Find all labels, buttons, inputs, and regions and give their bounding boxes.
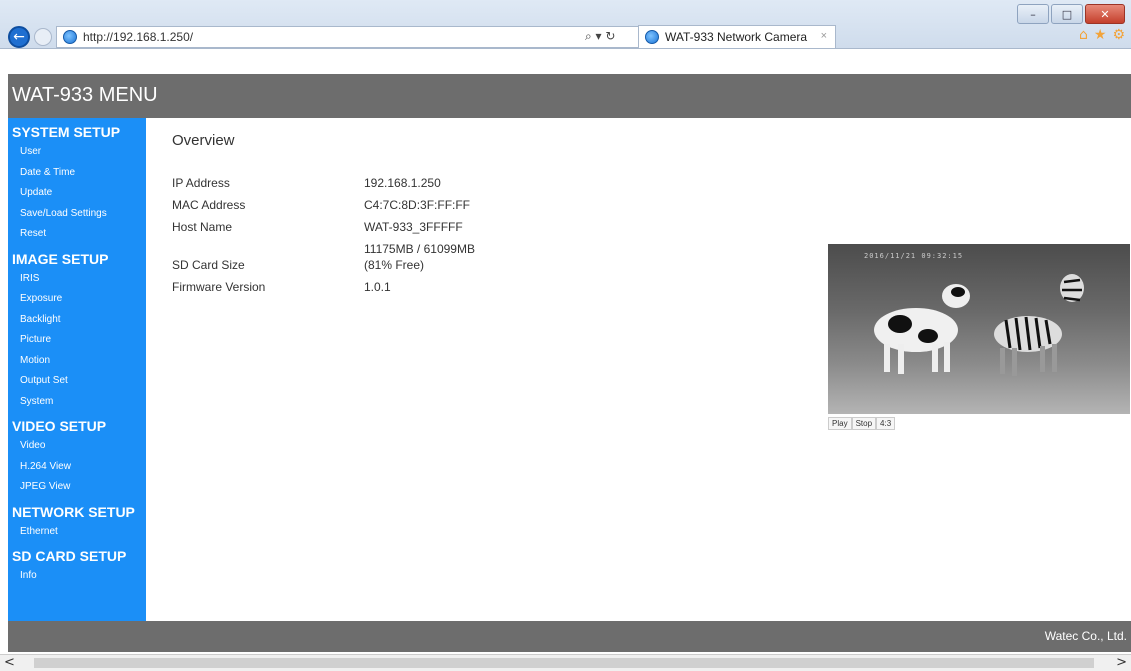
address-url: http://192.168.1.250/ (83, 30, 194, 44)
sidebar: SYSTEM SETUP User Date & Time Update Sav… (8, 118, 146, 621)
sd-card-size-label: SD Card Size (172, 258, 245, 272)
minimize-button[interactable]: – (1017, 4, 1049, 24)
sidebar-section-system: SYSTEM SETUP User Date & Time Update Sav… (8, 124, 146, 245)
sidebar-item-jpeg-view[interactable]: JPEG View (8, 477, 146, 498)
sidebar-section-video: VIDEO SETUP Video H.264 View JPEG View (8, 418, 146, 498)
tab-ie-icon (645, 30, 659, 44)
cow-spot (918, 329, 938, 343)
ip-address-value: 192.168.1.250 (364, 176, 441, 190)
ip-address-label: IP Address (172, 176, 230, 190)
zebra-leg (1000, 348, 1005, 374)
firmware-version-value: 1.0.1 (364, 280, 391, 294)
mac-address-value: C4:7C:8D:3F:FF:FF (364, 198, 471, 212)
zebra-leg (1012, 348, 1017, 376)
browser-tools: ⌂ ★ ⚙ (1079, 27, 1125, 43)
sidebar-item-ethernet[interactable]: Ethernet (8, 522, 146, 543)
sidebar-item-reset[interactable]: Reset (8, 224, 146, 245)
sidebar-item-video[interactable]: Video (8, 436, 146, 457)
sidebar-item-exposure[interactable]: Exposure (8, 289, 146, 310)
tab-close-icon[interactable]: × (821, 30, 827, 42)
sidebar-item-backlight[interactable]: Backlight (8, 310, 146, 331)
cow-leg (932, 344, 938, 372)
sidebar-section-network: NETWORK SETUP Ethernet (8, 504, 146, 543)
cow-spot (888, 315, 912, 333)
sidebar-item-user[interactable]: User (8, 142, 146, 163)
search-refresh-icons[interactable]: ⌕ ▾ ↻ (585, 29, 615, 44)
scroll-left-arrow[interactable]: < (4, 655, 15, 670)
section-title: IMAGE SETUP (12, 250, 109, 267)
tab-wat933[interactable]: WAT-933 Network Camera × (638, 25, 836, 48)
section-title: SD CARD SETUP (12, 548, 127, 564)
sd-card-size-value-total: 11175MB / 61099MB (364, 242, 475, 256)
cow-leg (944, 342, 950, 372)
scroll-right-arrow[interactable]: > (1116, 655, 1127, 670)
video-controls: Play Stop 4:3 (828, 417, 896, 430)
live-video-view: 2016/11/21 09:32:15 (828, 244, 1130, 414)
close-button[interactable]: ✕ (1085, 4, 1125, 24)
sidebar-section-sd-card: SD CARD SETUP Info (8, 548, 146, 587)
sidebar-item-system[interactable]: System (8, 392, 146, 413)
footer-company: Watec Co., Ltd. (1044, 629, 1127, 643)
cow-head-spot (951, 287, 965, 297)
page-title: WAT-933 MENU (12, 84, 158, 106)
sidebar-item-info[interactable]: Info (8, 566, 146, 587)
camera-scene-image (874, 274, 1084, 376)
browser-chrome: – □ ✕ ← http://192.168.1.250/ ⌕ ▾ ↻ WAT-… (0, 0, 1131, 49)
sidebar-item-h264-view[interactable]: H.264 View (8, 457, 146, 478)
host-name-value: WAT-933_3FFFFF (364, 220, 463, 234)
cow-leg (898, 344, 904, 374)
home-icon[interactable]: ⌂ (1079, 27, 1088, 43)
play-button[interactable]: Play (828, 417, 852, 430)
zebra-leg (1052, 344, 1057, 372)
section-title: SYSTEM SETUP (12, 124, 121, 140)
section-title: NETWORK SETUP (12, 503, 135, 520)
sidebar-item-save-load[interactable]: Save/Load Settings (8, 204, 146, 225)
page-header: WAT-933 MENU (8, 74, 1131, 118)
scrollbar-thumb[interactable] (34, 658, 1094, 668)
overview-heading: Overview (172, 132, 235, 149)
gear-icon[interactable]: ⚙ (1112, 27, 1125, 43)
host-name-label: Host Name (172, 220, 233, 234)
sidebar-item-motion[interactable]: Motion (8, 351, 146, 372)
sd-card-size-value-free: (81% Free) (364, 258, 425, 272)
aspect-ratio-button[interactable]: 4:3 (876, 417, 896, 430)
section-title: VIDEO SETUP (12, 418, 107, 434)
window-controls: – □ ✕ (1017, 4, 1125, 24)
horizontal-scrollbar[interactable]: < > (0, 654, 1131, 671)
maximize-button[interactable]: □ (1051, 4, 1083, 24)
star-icon[interactable]: ★ (1094, 27, 1107, 43)
forward-button[interactable] (34, 28, 52, 46)
sidebar-item-date-time[interactable]: Date & Time (8, 163, 146, 184)
ie-icon (63, 30, 77, 44)
sidebar-item-iris[interactable]: IRIS (8, 269, 146, 290)
sidebar-item-output-set[interactable]: Output Set (8, 371, 146, 392)
page-footer: Watec Co., Ltd. (8, 621, 1131, 652)
tab-title: WAT-933 Network Camera (665, 30, 808, 44)
firmware-version-label: Firmware Version (172, 280, 266, 294)
cow-leg (884, 344, 890, 372)
sidebar-item-picture[interactable]: Picture (8, 330, 146, 351)
sidebar-item-update[interactable]: Update (8, 183, 146, 204)
zebra-leg (1040, 346, 1045, 372)
stop-button[interactable]: Stop (851, 417, 877, 430)
mac-address-label: MAC Address (172, 198, 246, 212)
sidebar-section-image: IMAGE SETUP IRIS Exposure Backlight Pict… (8, 251, 146, 413)
back-button[interactable]: ← (8, 26, 30, 48)
